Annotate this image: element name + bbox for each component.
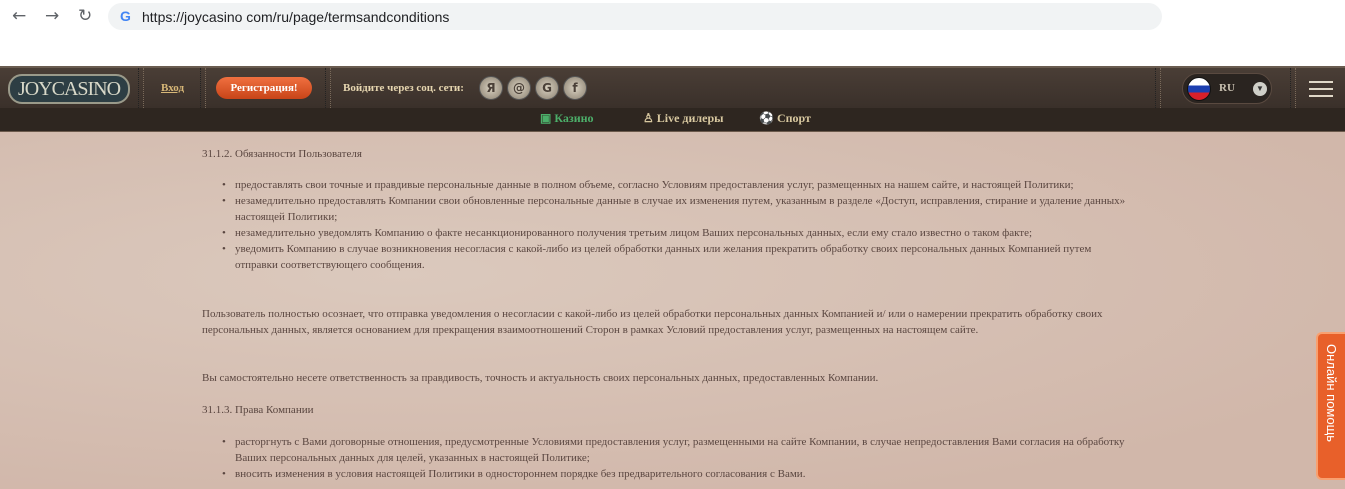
slot-icon: ▣ bbox=[540, 111, 555, 125]
login-link[interactable]: Вход bbox=[161, 82, 184, 94]
divider bbox=[1290, 68, 1296, 108]
browser-toolbar: ← → ↻ Ghttps://joycasino com/ru/page/ter… bbox=[0, 0, 1345, 66]
tab-label: Live дилеры bbox=[656, 111, 724, 125]
language-label: RU bbox=[1219, 82, 1235, 94]
divider bbox=[200, 68, 206, 108]
section-heading: 31.1.2. Обязанности Пользователя bbox=[202, 148, 362, 160]
list-item: вносить изменения в условия настоящей По… bbox=[222, 466, 1135, 482]
register-button[interactable]: Регистрация! bbox=[216, 77, 312, 99]
back-icon[interactable]: ← bbox=[12, 6, 26, 26]
tab-live-dealers[interactable]: ♙ Live дилеры bbox=[643, 111, 724, 126]
divider bbox=[138, 68, 144, 108]
mail-icon[interactable]: @ bbox=[507, 76, 531, 100]
category-nav: ▣ Казино ♙ Live дилеры ⚽ Спорт bbox=[0, 108, 1345, 132]
site-header: JOYCASINO Вход Регистрация! Войдите чере… bbox=[0, 66, 1345, 108]
list-item: незамедлительно предоставлять Компании с… bbox=[222, 193, 1135, 225]
dealer-icon: ♙ bbox=[643, 111, 657, 125]
tab-label: Спорт bbox=[776, 111, 811, 125]
divider bbox=[325, 68, 331, 108]
language-selector[interactable]: RU ▼ bbox=[1182, 73, 1272, 104]
menu-icon[interactable] bbox=[1309, 81, 1333, 102]
yandex-icon[interactable]: Я bbox=[479, 76, 503, 100]
section-heading: 31.1.3. Права Компании bbox=[202, 404, 314, 416]
tab-casino[interactable]: ▣ Казино bbox=[540, 111, 594, 126]
address-bar[interactable]: Ghttps://joycasino com/ru/page/termsandc… bbox=[108, 3, 1162, 30]
list-item: предоставлять свои точные и правдивые пе… bbox=[222, 177, 1135, 193]
list-item: незамедлительно уведомлять Компанию о фа… bbox=[222, 225, 1135, 241]
divider bbox=[1155, 68, 1161, 108]
url-text: https://joycasino com/ru/page/termsandco… bbox=[142, 9, 450, 25]
google-icon: G bbox=[120, 8, 131, 24]
google-icon[interactable]: G bbox=[535, 76, 559, 100]
paragraph: Пользователь полностью осознает, что отп… bbox=[202, 308, 1103, 336]
tab-sport[interactable]: ⚽ Спорт bbox=[759, 111, 811, 126]
chevron-down-icon: ▼ bbox=[1253, 82, 1267, 96]
reload-icon[interactable]: ↻ bbox=[78, 6, 92, 26]
social-label: Войдите через соц. сети: bbox=[343, 82, 464, 94]
list-item: расторгнуть с Вами договорные отношения,… bbox=[222, 434, 1135, 466]
paragraph: Вы самостоятельно несете ответственность… bbox=[202, 372, 879, 384]
list-item: уведомить Компанию в случае возникновени… bbox=[222, 241, 1135, 273]
terms-content: 31.1.2. Обязанности Пользователя предост… bbox=[0, 132, 1345, 489]
forward-icon[interactable]: → bbox=[45, 6, 59, 26]
logo[interactable]: JOYCASINO bbox=[8, 74, 130, 104]
ball-icon: ⚽ bbox=[759, 111, 777, 125]
obligations-list: предоставлять свои точные и правдивые пе… bbox=[222, 177, 1135, 273]
tab-label: Казино bbox=[554, 111, 594, 125]
online-help-button[interactable]: Онлайн помощь bbox=[1316, 332, 1345, 480]
help-label: Онлайн помощь bbox=[1324, 344, 1339, 443]
rights-list: расторгнуть с Вами договорные отношения,… bbox=[222, 434, 1135, 482]
russia-flag-icon bbox=[1187, 77, 1211, 101]
facebook-icon[interactable]: f bbox=[563, 76, 587, 100]
